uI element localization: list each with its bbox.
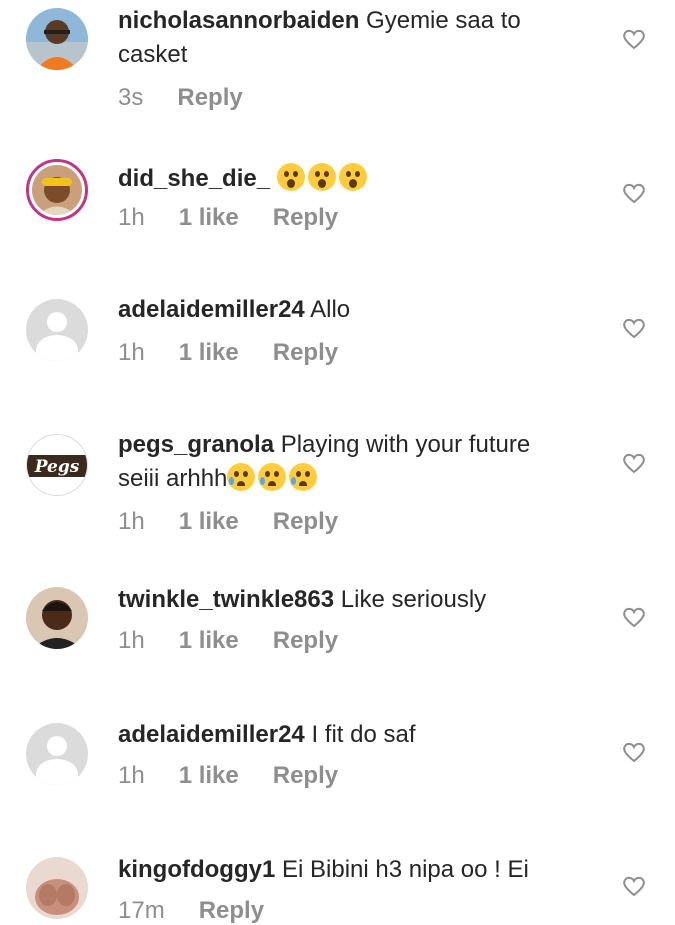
comment-username[interactable]: adelaidemiller24 bbox=[118, 296, 305, 323]
reply-button[interactable]: Reply bbox=[273, 627, 338, 654]
like-count[interactable]: 1 like bbox=[179, 762, 239, 789]
avatar[interactable]: Pegs bbox=[26, 434, 88, 496]
reply-button[interactable]: Reply bbox=[177, 84, 242, 111]
avatar[interactable] bbox=[26, 8, 88, 70]
comment-text: Ei Bibini h3 nipa oo ! Ei bbox=[282, 856, 529, 883]
profile-photo-icon bbox=[32, 165, 82, 215]
comment-time: 1h bbox=[118, 508, 145, 535]
astonished-face-icon bbox=[307, 163, 336, 191]
heart-outline-icon[interactable] bbox=[622, 317, 646, 339]
reply-button[interactable]: Reply bbox=[273, 339, 338, 366]
svg-text:Pegs: Pegs bbox=[34, 457, 80, 477]
profile-photo-icon bbox=[26, 587, 88, 649]
crying-face-icon bbox=[227, 463, 256, 491]
comment-time: 1h bbox=[118, 339, 145, 366]
comment-text: I fit do saf bbox=[311, 721, 416, 748]
comment-time: 1h bbox=[118, 762, 145, 789]
comment-text: Allo bbox=[310, 296, 351, 323]
like-count[interactable]: 1 like bbox=[179, 339, 239, 366]
heart-outline-icon[interactable] bbox=[622, 875, 646, 897]
avatar[interactable] bbox=[26, 857, 88, 919]
comment-username[interactable]: kingofdoggy1 bbox=[118, 856, 275, 883]
like-count[interactable]: 1 like bbox=[179, 508, 239, 535]
reply-button[interactable]: Reply bbox=[273, 762, 338, 789]
reply-button[interactable]: Reply bbox=[273, 508, 338, 535]
brand-logo-icon: Pegs bbox=[27, 455, 87, 477]
default-avatar-icon[interactable] bbox=[26, 299, 88, 361]
astonished-face-icon bbox=[276, 163, 305, 191]
comment-time: 1h bbox=[118, 627, 145, 654]
heart-outline-icon[interactable] bbox=[622, 182, 646, 204]
astonished-face-icon bbox=[338, 163, 367, 191]
comment-username[interactable]: nicholasannorbaiden bbox=[118, 7, 359, 34]
reply-button[interactable]: Reply bbox=[199, 897, 264, 924]
comment-username[interactable]: twinkle_twinkle863 bbox=[118, 586, 334, 613]
heart-outline-icon[interactable] bbox=[622, 741, 646, 763]
crying-face-icon bbox=[258, 463, 287, 491]
default-avatar-icon[interactable] bbox=[26, 723, 88, 785]
crying-face-icon bbox=[289, 463, 318, 491]
avatar[interactable] bbox=[26, 159, 88, 221]
like-count[interactable]: 1 like bbox=[179, 204, 239, 231]
profile-photo-icon bbox=[26, 8, 88, 70]
reply-button[interactable]: Reply bbox=[273, 204, 338, 231]
avatar[interactable] bbox=[26, 587, 88, 649]
comment-text: Like seriously bbox=[340, 586, 487, 613]
heart-outline-icon[interactable] bbox=[622, 606, 646, 628]
comment-username[interactable]: adelaidemiller24 bbox=[118, 721, 305, 748]
comment-time: 1h bbox=[118, 204, 145, 231]
heart-outline-icon[interactable] bbox=[622, 452, 646, 474]
comment-username[interactable]: did_she_die_ bbox=[118, 165, 270, 192]
like-count[interactable]: 1 like bbox=[179, 627, 239, 654]
heart-outline-icon[interactable] bbox=[622, 28, 646, 50]
profile-photo-icon bbox=[26, 857, 88, 919]
comment-time: 17m bbox=[118, 897, 165, 924]
comment-time: 3s bbox=[118, 84, 144, 111]
comment-username[interactable]: pegs_granola bbox=[118, 431, 274, 458]
